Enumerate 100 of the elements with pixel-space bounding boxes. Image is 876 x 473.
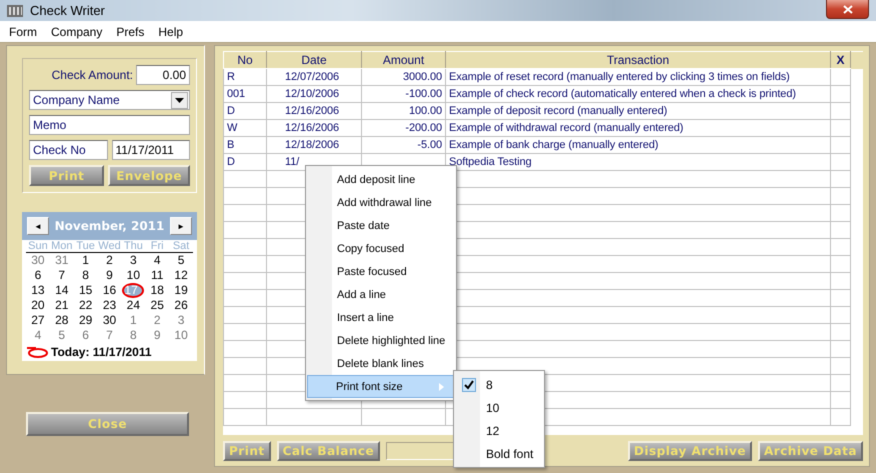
- calendar-day[interactable]: 7: [98, 328, 122, 343]
- column-header[interactable]: Transaction: [446, 52, 830, 68]
- calendar-day[interactable]: 31: [50, 253, 74, 268]
- calendar-day[interactable]: 7: [50, 268, 74, 283]
- today-circle-icon: [26, 346, 48, 358]
- calendar-day[interactable]: 18: [145, 283, 170, 298]
- submenu-item[interactable]: 12: [456, 419, 542, 442]
- app-icon: [6, 4, 24, 18]
- calendar-day[interactable]: 23: [98, 298, 122, 313]
- calendar-day[interactable]: 6: [74, 328, 98, 343]
- close-window-button[interactable]: [826, 0, 869, 19]
- column-header[interactable]: X: [830, 52, 850, 68]
- table-cell: -200.00: [405, 122, 442, 134]
- table-cell: 12/07/2006: [266, 68, 362, 86]
- calendar-day[interactable]: 5: [169, 253, 193, 268]
- calendar-day[interactable]: 13: [26, 283, 50, 298]
- table-cell: 100.00: [408, 105, 442, 117]
- calendar-day[interactable]: 10: [169, 328, 193, 343]
- menu-item[interactable]: Prefs: [109, 24, 152, 38]
- month-title: November, 2011: [54, 219, 164, 233]
- context-menu-item[interactable]: Add withdrawal line: [308, 191, 454, 214]
- calendar-day[interactable]: 30: [26, 253, 50, 268]
- weekday-label: Mon: [50, 240, 74, 252]
- calendar-day[interactable]: 8: [121, 328, 146, 343]
- calendar-day[interactable]: 14: [50, 283, 74, 298]
- today-label[interactable]: Today: 11/17/2011: [51, 345, 152, 359]
- calendar-day[interactable]: 20: [26, 298, 50, 313]
- calendar-day[interactable]: 15: [74, 283, 98, 298]
- menu-item[interactable]: Help: [151, 24, 190, 38]
- context-menu-item[interactable]: Copy focused: [308, 237, 454, 260]
- table-cell: Example of deposit record (manually entered): [446, 102, 830, 120]
- context-menu-item[interactable]: Delete blank lines: [308, 352, 454, 375]
- column-header[interactable]: Date: [266, 52, 362, 68]
- check-number-field[interactable]: Check No: [29, 140, 108, 160]
- submenu-item[interactable]: 10: [456, 396, 542, 419]
- context-menu-item[interactable]: Insert a line: [308, 306, 454, 329]
- table-cell: Example of reset record (manually entered by clicking 3 times on fields): [446, 68, 830, 86]
- submenu-item[interactable]: 8: [456, 373, 542, 396]
- calendar-day[interactable]: 30: [98, 313, 122, 328]
- calendar-day[interactable]: 29: [74, 313, 98, 328]
- check-amount-field[interactable]: 0.00: [136, 65, 190, 85]
- calendar-day[interactable]: 25: [145, 298, 170, 313]
- weekday-label: Wed: [98, 240, 122, 252]
- calendar-day[interactable]: 27: [26, 313, 50, 328]
- table-cell: 001: [224, 86, 266, 102]
- table-cell: 12/16/2006: [266, 120, 362, 136]
- previous-month-button[interactable]: ◄: [27, 217, 49, 235]
- menu-item[interactable]: Form: [2, 24, 44, 38]
- context-menu-item[interactable]: Delete highlighted line: [308, 329, 454, 352]
- table-cell: 12/10/2006: [266, 86, 362, 102]
- calendar-day[interactable]: 6: [26, 268, 50, 283]
- calendar-day[interactable]: 3: [169, 313, 193, 328]
- table-cell: 3000.00: [402, 71, 442, 83]
- table-cell: 12/16/2006: [266, 102, 362, 120]
- calendar-day[interactable]: 12: [169, 268, 193, 283]
- dropdown-arrow-icon: [175, 98, 184, 102]
- context-menu-item[interactable]: Paste focused: [308, 260, 454, 283]
- table-cell: Example of bank charge (manually entered): [446, 136, 830, 154]
- submenu-arrow-icon: [439, 382, 444, 390]
- calendar-day[interactable]: 26: [169, 298, 193, 313]
- column-header[interactable]: No: [224, 52, 266, 68]
- weekday-label: Sat: [172, 240, 190, 252]
- table-cell: D: [224, 154, 266, 170]
- next-month-button[interactable]: ►: [170, 217, 192, 235]
- calendar-day[interactable]: 2: [98, 253, 122, 268]
- calendar-day[interactable]: 24: [121, 298, 146, 313]
- calendar-day[interactable]: 22: [74, 298, 98, 313]
- table-cell: B: [224, 136, 266, 154]
- calendar-day[interactable]: 16: [98, 283, 122, 298]
- weekday-label: Tue: [75, 240, 96, 252]
- calendar-day[interactable]: 8: [74, 268, 98, 283]
- weekday-label: Sun: [27, 240, 49, 252]
- memo-field[interactable]: Memo: [29, 115, 190, 135]
- calendar-day[interactable]: 28: [50, 313, 74, 328]
- calendar-day[interactable]: 9: [98, 268, 122, 283]
- calendar-day[interactable]: 21: [50, 298, 74, 313]
- date-field[interactable]: 11/17/2011: [112, 140, 190, 160]
- weekday-label: Fri: [150, 240, 165, 252]
- calendar-day[interactable]: 1: [121, 313, 146, 328]
- calendar-day[interactable]: 2: [145, 313, 170, 328]
- context-menu-item[interactable]: Add deposit line: [308, 168, 454, 191]
- calendar-day[interactable]: 3: [121, 253, 146, 268]
- context-menu-item[interactable]: Add a line: [308, 283, 454, 306]
- context-menu-item[interactable]: Print font size: [307, 375, 455, 398]
- calendar-day[interactable]: 9: [145, 328, 170, 343]
- calendar-day[interactable]: 4: [145, 253, 170, 268]
- calendar-day[interactable]: 5: [50, 328, 74, 343]
- context-menu-item[interactable]: Paste date: [308, 214, 454, 237]
- column-header[interactable]: Amount: [362, 52, 446, 68]
- table-cell: -5.00: [417, 139, 442, 151]
- table-cell: -100.00: [405, 88, 442, 100]
- calendar-day[interactable]: 4: [26, 328, 50, 343]
- calendar-day[interactable]: 1: [74, 253, 98, 268]
- menu-item[interactable]: Company: [44, 24, 110, 38]
- calendar-day[interactable]: 10: [121, 268, 146, 283]
- calendar-day[interactable]: 19: [169, 283, 193, 298]
- submenu-item[interactable]: Bold font: [456, 442, 542, 465]
- calendar-day[interactable]: 11: [145, 268, 170, 283]
- company-dropdown[interactable]: Company Name: [29, 90, 190, 110]
- table-cell: R: [224, 68, 266, 86]
